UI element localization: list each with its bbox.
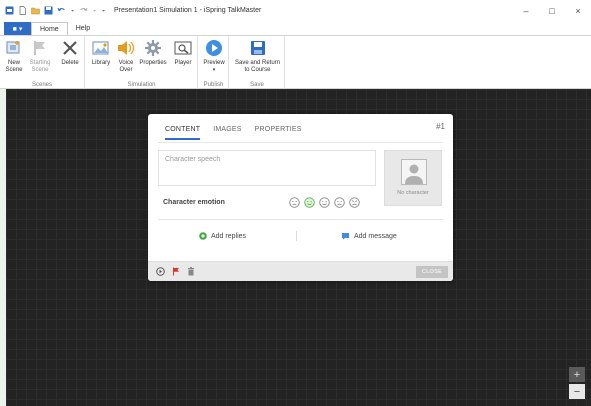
new-scene-label: New Scene: [5, 60, 23, 73]
maximize-button[interactable]: □: [539, 0, 565, 21]
redo-dropdown-icon[interactable]: [92, 6, 97, 15]
save-and-return-button[interactable]: Save and Return to Course: [232, 38, 283, 74]
speaker-icon: [118, 41, 135, 55]
add-message-label: Add message: [354, 232, 397, 240]
play-circle-icon: [206, 40, 222, 56]
title-bar: Presentation1 Simulation 1 - iSpring Tal…: [0, 0, 591, 21]
tab-divider: [158, 142, 443, 143]
add-replies-label: Add replies: [211, 232, 247, 240]
happy-face-icon[interactable]: [304, 197, 315, 208]
ribbon-tabs: ■ ▾ Home Help: [0, 21, 591, 35]
add-message-button[interactable]: Add message: [341, 232, 397, 240]
scene-number: #1: [436, 122, 445, 131]
gear-icon: [145, 40, 161, 56]
save-icon[interactable]: [44, 6, 53, 15]
smile-face-icon[interactable]: [319, 197, 330, 208]
flag-icon: [34, 41, 45, 55]
emotion-selector: [289, 197, 360, 208]
scene-card: CONTENT IMAGES PROPERTIES #1 Character s…: [148, 114, 453, 281]
player-button[interactable]: Player: [172, 38, 194, 67]
group-label-publish: Publish: [203, 82, 224, 88]
add-replies-button[interactable]: Add replies: [199, 232, 246, 240]
tab-help[interactable]: Help: [68, 22, 98, 35]
properties-label: Properties: [139, 60, 167, 66]
start-flag-icon[interactable]: [172, 267, 180, 276]
tab-content[interactable]: CONTENT: [165, 126, 201, 140]
undo-icon[interactable]: [57, 6, 66, 15]
library-icon: [92, 41, 109, 55]
character-placeholder-icon: [401, 159, 427, 185]
voice-over-button[interactable]: Voice Over: [116, 38, 136, 74]
zoom-controls: + −: [569, 367, 585, 399]
preview-button[interactable]: Preview ▾: [203, 38, 225, 74]
trash-icon[interactable]: [187, 267, 195, 276]
customize-toolbar-icon[interactable]: [101, 6, 106, 15]
save-return-icon: [250, 41, 265, 55]
card-footer: CLOSE: [148, 261, 453, 281]
library-label: Library: [91, 60, 111, 66]
zoom-out-button[interactable]: −: [569, 384, 585, 399]
group-simulation: Library Voice Over Properties Player Sim…: [86, 36, 198, 89]
player-label: Player: [174, 60, 192, 66]
starting-scene-button[interactable]: Starting Scene: [29, 38, 51, 74]
no-character-label: No character: [397, 190, 429, 196]
tab-images[interactable]: IMAGES: [213, 126, 241, 140]
library-button[interactable]: Library: [90, 38, 112, 67]
preview-dropdown-icon[interactable]: ▾: [213, 67, 216, 74]
footer-icons: [156, 267, 195, 276]
card-tabs: CONTENT IMAGES PROPERTIES: [165, 126, 302, 140]
undo-dropdown-icon[interactable]: [70, 6, 75, 15]
ribbon: New Scene Starting Scene Delete Scenes L…: [0, 35, 591, 89]
properties-button[interactable]: Properties: [138, 38, 168, 67]
play-scene-icon[interactable]: [156, 267, 165, 276]
new-scene-button[interactable]: New Scene: [5, 38, 23, 74]
starting-scene-label: Starting Scene: [29, 60, 51, 73]
delete-button[interactable]: Delete: [60, 38, 80, 67]
new-file-icon[interactable]: [18, 6, 27, 15]
window-controls: – □ ×: [513, 0, 591, 21]
character-speech-input[interactable]: Character speech: [158, 150, 376, 186]
close-card-button[interactable]: CLOSE: [416, 266, 448, 278]
save-and-return-label: Save and Return to Course: [234, 60, 281, 73]
file-menu-button[interactable]: ■ ▾: [4, 22, 31, 35]
zoom-in-button[interactable]: +: [569, 367, 585, 382]
close-window-button[interactable]: ×: [565, 0, 591, 21]
player-icon: [174, 41, 192, 55]
actions-divider: [296, 231, 297, 241]
tab-properties[interactable]: PROPERTIES: [255, 126, 302, 140]
app-icon: [5, 6, 14, 15]
tab-home[interactable]: Home: [31, 22, 68, 35]
open-folder-icon[interactable]: [31, 6, 40, 15]
redo-icon[interactable]: [79, 6, 88, 15]
group-label-save: Save: [250, 82, 264, 88]
chat-bubble-icon: [342, 233, 349, 240]
group-scenes: New Scene Starting Scene Delete Scenes: [0, 36, 85, 89]
delete-label: Delete: [61, 60, 79, 66]
quick-access-toolbar: [0, 6, 106, 15]
minimize-button[interactable]: –: [513, 0, 539, 21]
new-scene-icon: [6, 41, 20, 54]
sad-face-icon[interactable]: [334, 197, 345, 208]
neutral-face-icon[interactable]: [289, 197, 300, 208]
preview-label: Preview: [203, 60, 225, 66]
window-title: Presentation1 Simulation 1 - iSpring Tal…: [114, 7, 262, 14]
delete-x-icon: [63, 41, 77, 55]
character-picker[interactable]: No character: [384, 150, 442, 206]
character-emotion-label: Character emotion: [163, 199, 225, 206]
group-save: Save and Return to Course Save: [230, 36, 285, 89]
group-publish: Preview ▾ Publish: [199, 36, 229, 89]
group-label-scenes: Scenes: [31, 82, 52, 88]
voice-over-label: Voice Over: [118, 60, 134, 73]
angry-face-icon[interactable]: [349, 197, 360, 208]
plus-circle-icon: [199, 232, 207, 240]
section-divider: [158, 219, 443, 220]
group-label-simulation: Simulation: [127, 82, 156, 88]
